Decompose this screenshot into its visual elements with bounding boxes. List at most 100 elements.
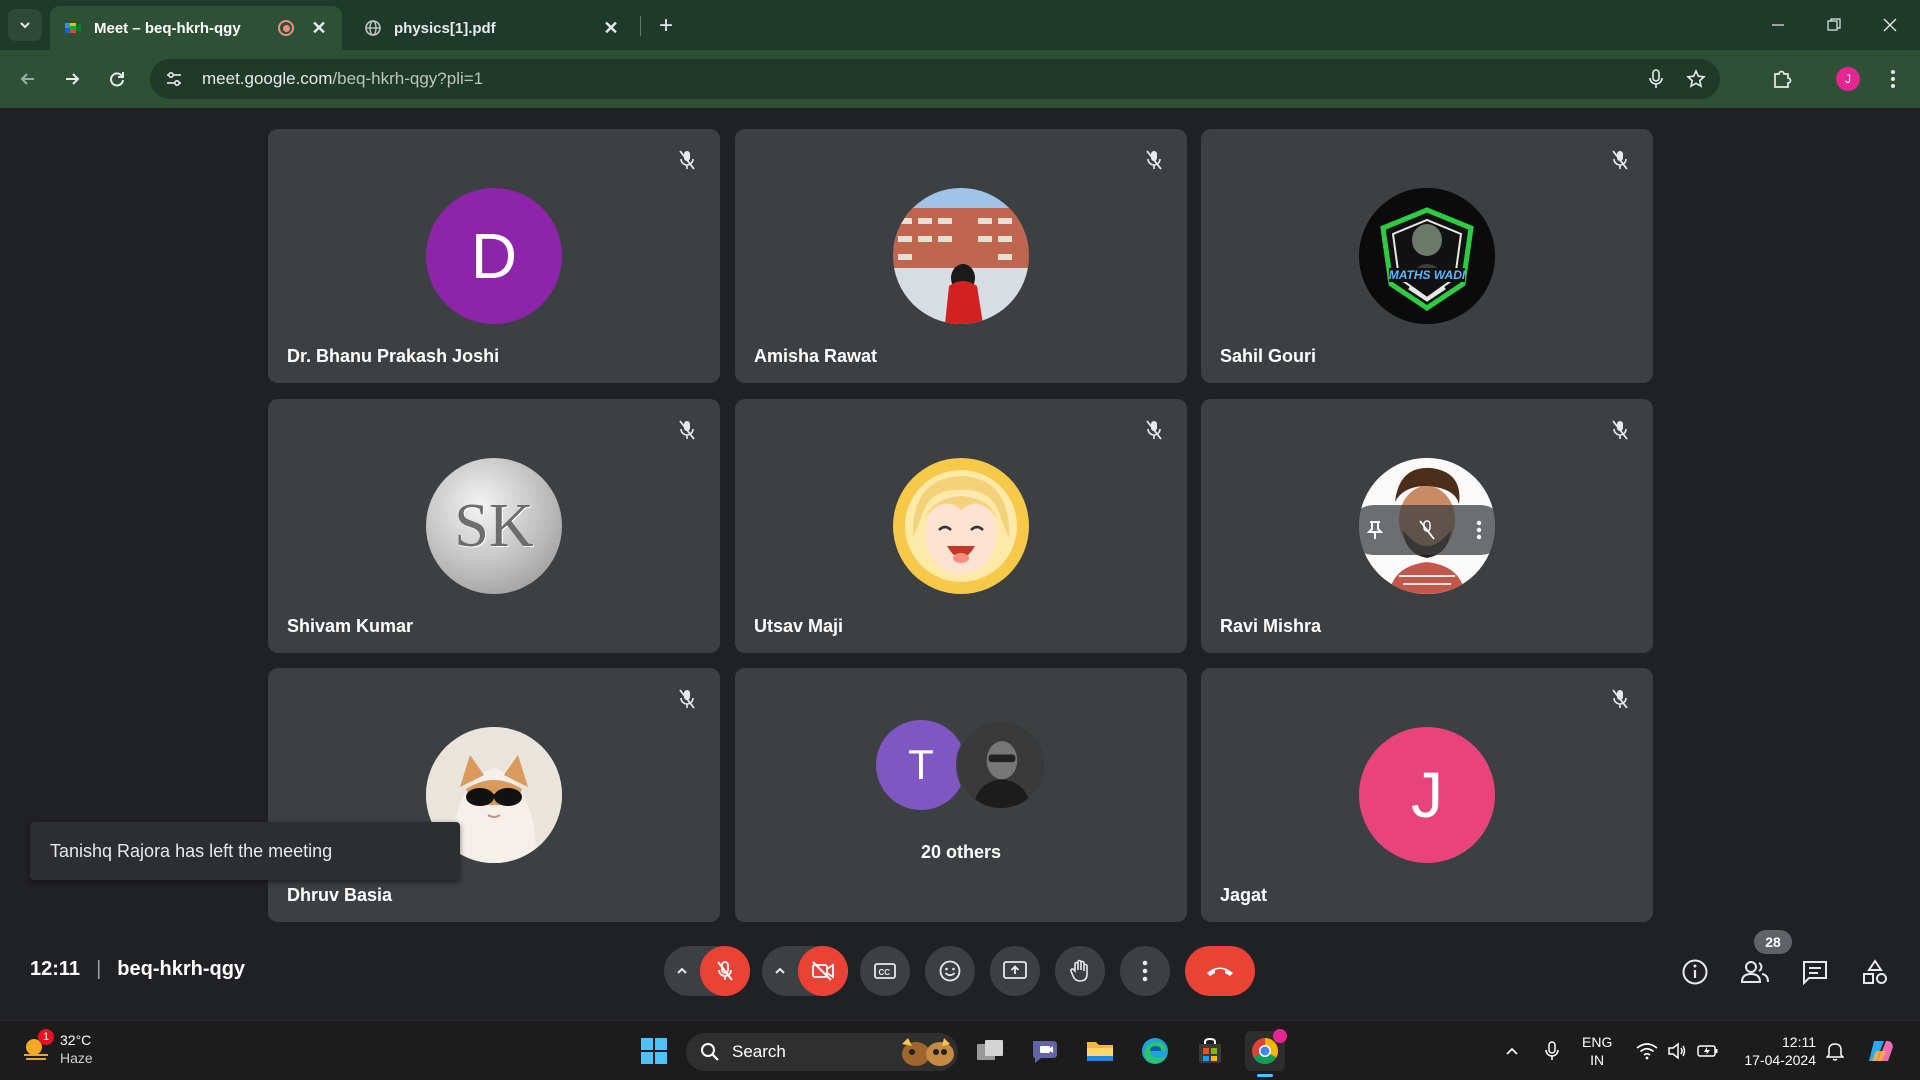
browser-menu-button[interactable] <box>1877 63 1909 95</box>
call-end-icon <box>1207 967 1233 976</box>
camera-toggle-button[interactable] <box>798 946 848 996</box>
others-label: 20 others <box>920 842 1002 862</box>
microphone-permission-button[interactable] <box>1640 63 1672 95</box>
store-icon <box>1199 1037 1221 1063</box>
back-button[interactable] <box>12 63 44 95</box>
taskbar-search-box[interactable]: Search <box>686 1033 958 1071</box>
present-screen-button[interactable] <box>990 946 1040 996</box>
mic-off-icon <box>1607 686 1633 712</box>
reload-icon <box>110 72 124 87</box>
windows-logo-icon <box>641 1038 667 1064</box>
avatar <box>956 720 1046 810</box>
activities-button[interactable] <box>1851 948 1899 996</box>
input-language-indicator[interactable]: ENG IN <box>1582 1033 1612 1069</box>
close-tab-icon[interactable]: ✕ <box>310 18 328 38</box>
people-button[interactable] <box>1731 948 1779 996</box>
address-bar[interactable]: meet.google.com/beq-hkrh-qgy?pli=1 <box>150 59 1720 99</box>
participant-tile[interactable]: MATHS WADI Sahil Gouri <box>1201 129 1653 383</box>
wifi-status[interactable] <box>1634 1037 1660 1065</box>
site-info-button[interactable] <box>160 65 188 93</box>
audio-options-button[interactable] <box>664 946 700 996</box>
google-meet-icon <box>65 23 81 33</box>
others-tile[interactable]: T 20 others <box>735 668 1187 922</box>
avatar <box>893 458 1029 594</box>
battery-status[interactable] <box>1694 1037 1722 1065</box>
forward-button[interactable] <box>56 63 88 95</box>
participant-tile[interactable]: Ravi Mishra <box>1201 399 1653 653</box>
show-hidden-icons-button[interactable] <box>1500 1037 1524 1065</box>
restore-button[interactable] <box>1814 10 1854 40</box>
system-clock[interactable]: 12:11 17-04-2024 <box>1736 1033 1816 1069</box>
weather-widget[interactable]: 1 32°C Haze <box>20 1029 93 1067</box>
volume-status[interactable] <box>1664 1037 1690 1065</box>
puzzle-icon <box>1774 70 1792 88</box>
raise-hand-button[interactable] <box>1055 946 1105 996</box>
minimize-button[interactable] <box>1758 10 1798 40</box>
more-options-round <box>1120 946 1170 996</box>
avatar: MATHS WADI <box>1359 188 1495 324</box>
active-app-indicator <box>1257 1074 1273 1077</box>
reload-button[interactable] <box>101 63 133 95</box>
windows-taskbar: 1 32°C Haze Search ENG IN 12:11 17-04-20… <box>0 1020 1920 1080</box>
participant-tile[interactable]: SK Shivam Kumar <box>268 399 720 653</box>
tab-search-button[interactable] <box>8 9 42 41</box>
edge-browser-button[interactable] <box>1135 1031 1175 1071</box>
participant-tile[interactable]: J Jagat <box>1201 668 1653 922</box>
pin-button[interactable] <box>1363 518 1387 542</box>
mute-participant-button[interactable] <box>1415 518 1439 542</box>
avatar: J <box>1359 727 1495 863</box>
anime-illustration <box>893 458 1029 594</box>
folder-icon <box>1087 1042 1113 1061</box>
task-view-button[interactable] <box>970 1031 1010 1071</box>
avatar-letter: D <box>470 220 518 292</box>
microphone-in-use-button[interactable] <box>1540 1037 1564 1065</box>
tab-meet[interactable]: Meet – beq-hkrh-qgy ✕ <box>50 6 342 50</box>
participant-name: Utsav Maji <box>754 616 844 636</box>
raise-hand-round <box>1055 946 1105 996</box>
participant-tile[interactable]: Dhruv Basia <box>268 668 720 922</box>
reactions-button[interactable] <box>925 946 975 996</box>
profile-button[interactable]: J <box>1832 63 1864 95</box>
new-tab-button[interactable]: + <box>652 12 680 40</box>
weather-text: 32°C Haze <box>60 1031 93 1067</box>
participant-name: Sahil Gouri <box>1220 346 1317 366</box>
tab-pdf[interactable]: physics[1].pdf ✕ <box>350 6 634 50</box>
meeting-code: beq-hkrh-qgy <box>117 958 246 980</box>
reactions-round <box>925 946 975 996</box>
copilot-button[interactable] <box>1864 1037 1898 1065</box>
hand-icon <box>1070 959 1088 982</box>
more-options-button[interactable] <box>1120 946 1170 996</box>
search-label: Search <box>732 1042 786 1061</box>
leave-call-button[interactable] <box>1185 946 1255 996</box>
close-tab-icon[interactable]: ✕ <box>602 18 620 38</box>
teams-chat-button[interactable] <box>1025 1031 1065 1071</box>
sk-monogram: SK <box>454 491 534 560</box>
tile-more-options-button[interactable] <box>1467 518 1491 542</box>
participant-tile[interactable]: Utsav Maji <box>735 399 1187 653</box>
divider: | <box>96 958 102 980</box>
start-button[interactable] <box>634 1031 674 1071</box>
extensions-button[interactable] <box>1766 63 1798 95</box>
restore-icon <box>1827 18 1841 31</box>
microphone-toggle-button[interactable] <box>700 946 750 996</box>
bookmark-button[interactable] <box>1680 63 1712 95</box>
wifi-icon <box>1636 1043 1658 1060</box>
weather-notification-badge: 1 <box>38 1029 54 1045</box>
captions-button[interactable]: CC <box>860 946 910 996</box>
captions-round: CC <box>860 946 910 996</box>
teams-icon <box>1033 1041 1057 1063</box>
chat-button[interactable] <box>1791 948 1839 996</box>
hangup-pill <box>1185 946 1255 996</box>
microsoft-store-button[interactable] <box>1190 1031 1230 1071</box>
participant-tile[interactable]: Amisha Rawat <box>735 129 1187 383</box>
video-options-button[interactable] <box>762 946 798 996</box>
file-explorer-button[interactable] <box>1080 1031 1120 1071</box>
avatar-letter: J <box>1411 759 1443 831</box>
chrome-taskbar-button[interactable] <box>1245 1029 1287 1077</box>
url-text[interactable]: meet.google.com/beq-hkrh-qgy?pli=1 <box>202 69 1640 89</box>
notifications-button[interactable] <box>1822 1037 1848 1065</box>
close-window-button[interactable] <box>1870 10 1910 40</box>
minimize-icon <box>1772 24 1784 26</box>
meeting-details-button[interactable] <box>1671 948 1719 996</box>
participant-tile[interactable]: D Dr. Bhanu Prakash Joshi <box>268 129 720 383</box>
